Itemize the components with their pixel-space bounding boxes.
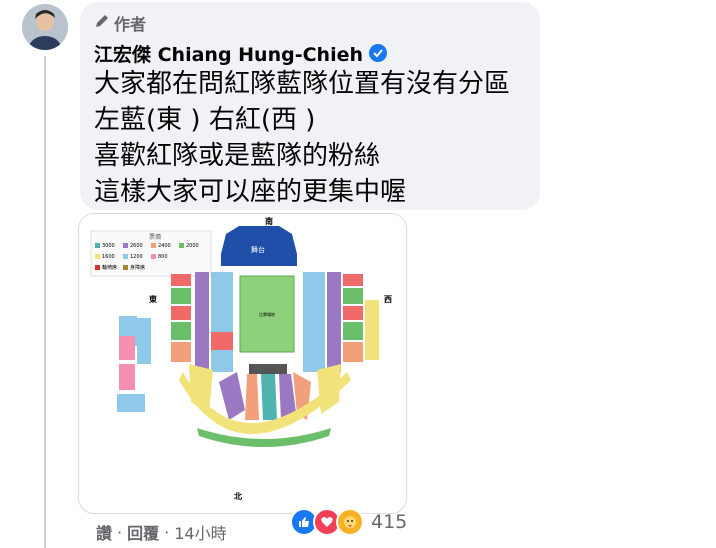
compass-north: 北 [234, 491, 242, 501]
west-seat-blocks [303, 272, 379, 372]
avatar[interactable] [22, 4, 68, 50]
author-name-link[interactable]: 江宏傑 Chiang Hung-Chieh [94, 40, 387, 66]
legend-label: 1600 [102, 254, 115, 260]
timestamp-link[interactable]: 14小時 [174, 520, 226, 544]
legend-label: 輪椅席 [102, 264, 117, 271]
comment-bubble: 作者 江宏傑 Chiang Hung-Chieh 大家都在問紅隊藍隊位置有沒有分… [80, 2, 540, 210]
legend-title: 票價 [149, 233, 161, 241]
legend-label: 2600 [130, 243, 143, 249]
court-label: 比賽場地 [259, 311, 275, 317]
legend-label: 1200 [130, 254, 143, 260]
east-seat-blocks [117, 272, 233, 412]
legend-swatch-extra [95, 265, 100, 270]
pencil-icon [94, 13, 110, 33]
compass-east: 東 [149, 294, 157, 304]
comment-text: 大家都在問紅隊藍隊位置有沒有分區 左藍(東 ) 右紅(西 ) 喜歡紅隊或是藍隊的… [94, 66, 510, 210]
legend-swatch-extra [123, 265, 128, 270]
legend-swatch [123, 243, 128, 248]
reply-button[interactable]: 回覆 [127, 520, 159, 544]
legend-label: 2400 [158, 243, 171, 249]
legend-label: 2000 [186, 243, 199, 249]
compass-west: 西 [384, 295, 392, 304]
legend-swatch [151, 254, 156, 259]
separator-dot: · [117, 522, 123, 542]
author-badge-label: 作者 [114, 15, 147, 34]
comment-line: 大家都在問紅隊藍隊位置有沒有分區 [94, 69, 511, 99]
price-legend: 票價 3000 2600 2400 2000 1600 1200 800 輪椅席… [90, 230, 212, 277]
legend-label: 身障席 [130, 264, 145, 271]
comment-thread-line [44, 56, 46, 548]
separator-dot: · [164, 522, 170, 542]
comment-line: 喜歡紅隊或是藍隊的粉絲 [94, 141, 381, 171]
care-reaction-icon [336, 508, 364, 536]
north-seat-blocks [179, 364, 351, 447]
reaction-count[interactable]: 415 [371, 511, 407, 533]
compass-south: 南 [265, 216, 273, 226]
legend-swatch [95, 254, 100, 259]
verified-badge-icon [369, 44, 387, 62]
legend-swatch [95, 243, 100, 248]
reactions-summary[interactable]: 415 [290, 508, 407, 536]
author-badge: 作者 [94, 12, 146, 34]
comment-line: 這樣大家可以座的更集中喔 [94, 177, 407, 207]
legend-label: 800 [158, 254, 168, 260]
legend-swatch [179, 243, 184, 248]
comment-actions: 讚 · 回覆 · 14小時 [96, 520, 227, 544]
seat-map-image[interactable]: 南 東 西 北 票價 3000 2600 2400 2000 1600 1200… [78, 213, 407, 514]
legend-swatch [123, 254, 128, 259]
stage-label: 舞台 [251, 245, 265, 254]
comment-line: 左藍(東 ) 右紅(西 ) [94, 105, 316, 135]
like-button[interactable]: 讚 [96, 520, 112, 544]
legend-swatch [151, 243, 156, 248]
legend-label: 3000 [102, 243, 115, 249]
author-name[interactable]: 江宏傑 Chiang Hung-Chieh [94, 40, 363, 67]
